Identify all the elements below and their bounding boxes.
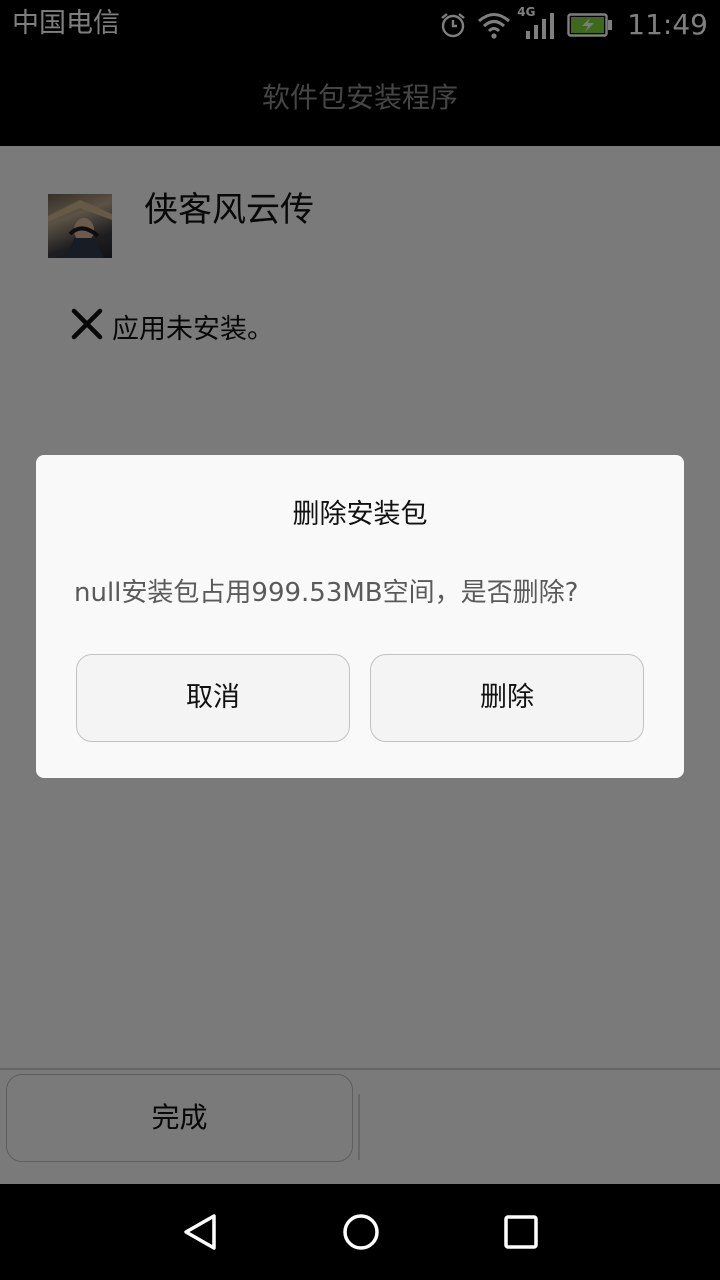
delete-button[interactable]: 删除 <box>370 654 644 742</box>
navigation-bar <box>0 1184 720 1280</box>
dialog-message: null安装包占用999.53MB空间，是否删除? <box>74 578 579 608</box>
cancel-button[interactable]: 取消 <box>76 654 350 742</box>
back-icon[interactable] <box>178 1208 226 1256</box>
delete-package-dialog: 删除安装包 null安装包占用999.53MB空间，是否删除? 取消 删除 <box>36 455 684 778</box>
home-icon[interactable] <box>337 1208 385 1256</box>
dialog-title: 删除安装包 <box>292 499 428 530</box>
recents-icon[interactable] <box>497 1208 545 1256</box>
